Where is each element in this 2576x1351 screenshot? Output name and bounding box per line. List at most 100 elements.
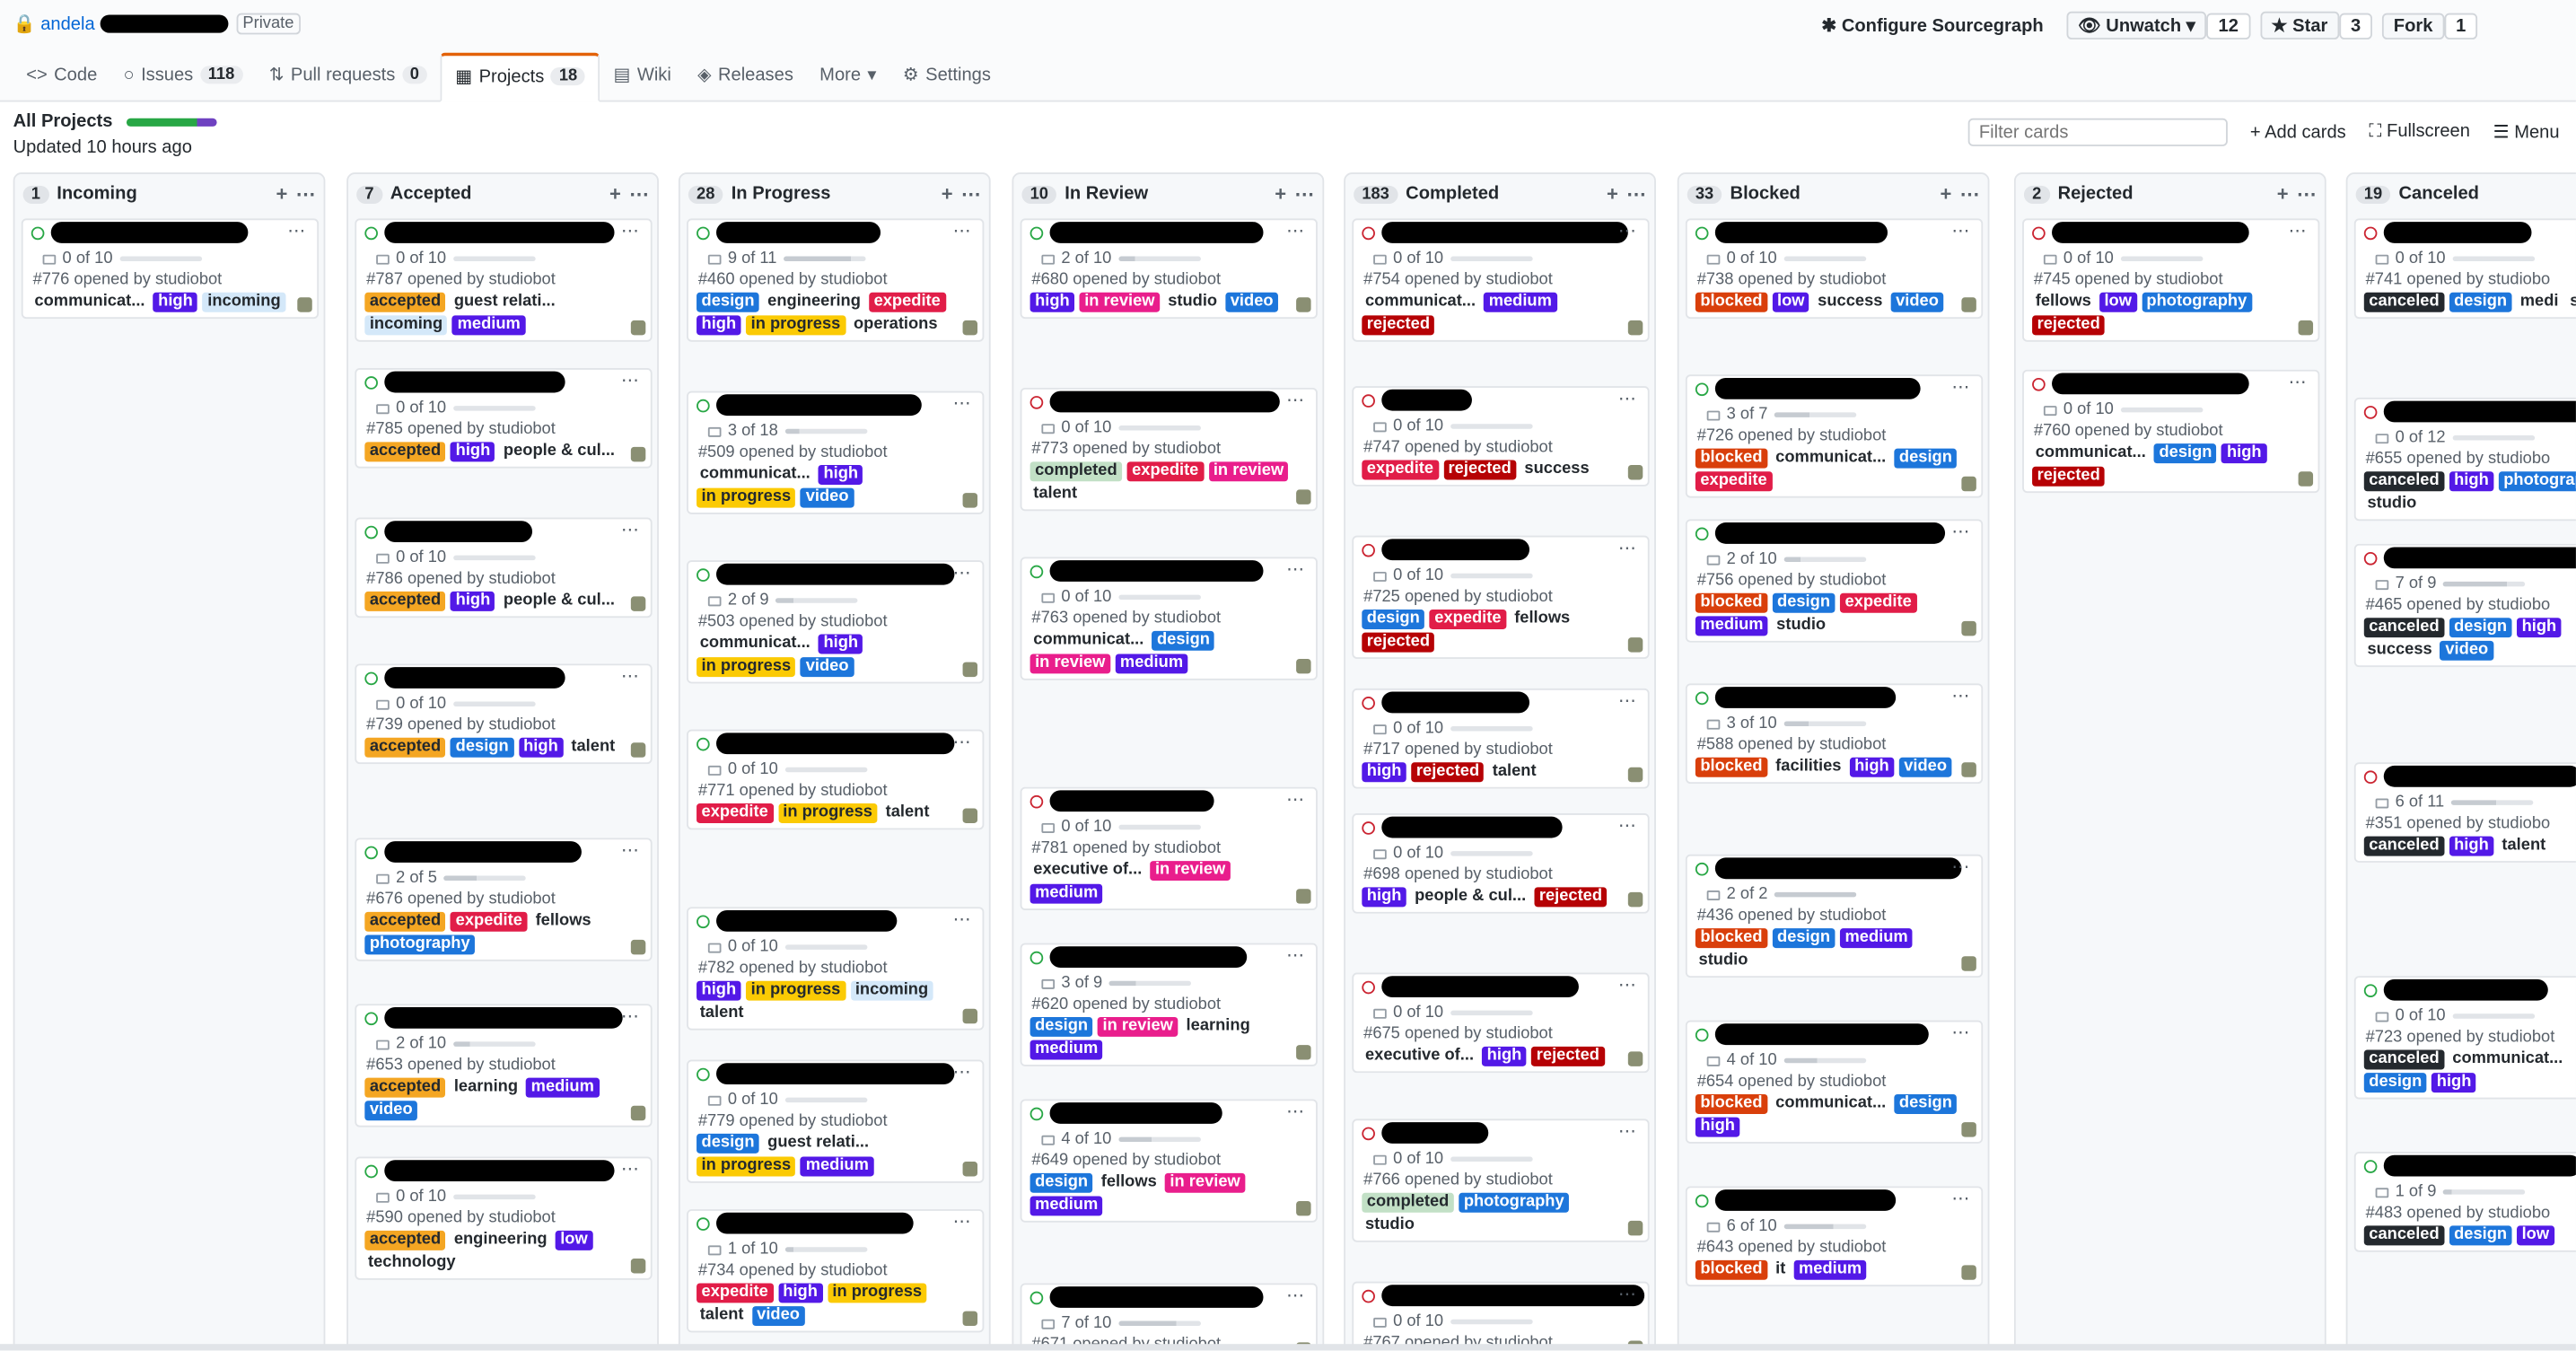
issue-card[interactable]: ⋯ 0 of 10 #738 opened by studiobot blocked l… bbox=[1685, 218, 1984, 320]
issue-card[interactable]: ⋯ 0 of 10 #590 opened by studiobot accepted… bbox=[355, 1156, 653, 1280]
issue-label[interactable]: success bbox=[1814, 292, 1887, 312]
issue-label[interactable]: design bbox=[1362, 610, 1425, 630]
issue-label[interactable]: medium bbox=[1793, 1259, 1867, 1280]
issue-card[interactable]: ⋯ 1 of 10 #734 opened by studiobot expedite… bbox=[687, 1209, 985, 1333]
issue-label[interactable]: studio bbox=[2363, 494, 2421, 514]
issue-card[interactable]: ⋯ 9 of 11 #460 opened by studiobot design en… bbox=[687, 218, 985, 342]
card-menu-icon[interactable]: ⋯ bbox=[953, 731, 971, 752]
issue-label[interactable]: expedite bbox=[1429, 610, 1507, 630]
issue-label[interactable]: high bbox=[451, 591, 495, 611]
issue-label[interactable]: canceled bbox=[2363, 292, 2445, 312]
card-menu-icon[interactable]: ⋯ bbox=[621, 370, 639, 391]
issue-label[interactable]: incoming bbox=[850, 980, 933, 1001]
issue-label[interactable]: communicat... bbox=[697, 634, 814, 654]
issue-label[interactable]: design bbox=[697, 1133, 760, 1154]
tab-more[interactable]: More ▾ bbox=[807, 53, 890, 101]
assignee-avatar[interactable] bbox=[1627, 464, 1643, 480]
assignee-avatar[interactable] bbox=[962, 493, 978, 508]
issue-card[interactable]: ⋯ 0 of 10 #698 opened by studiobot high peop… bbox=[1352, 812, 1650, 914]
assignee-avatar[interactable] bbox=[1627, 637, 1643, 653]
issue-label[interactable]: communicat... bbox=[2449, 1049, 2567, 1070]
issue-card[interactable]: ⋯ 2 of 9 #503 opened by studiobot communica… bbox=[687, 560, 985, 684]
issue-label[interactable]: expedite bbox=[1839, 592, 1917, 613]
issue-card[interactable]: ⋯ 0 of 10 #787 opened by studiobot accepted… bbox=[355, 218, 653, 342]
issue-label[interactable]: high bbox=[1362, 762, 1406, 783]
tab-releases[interactable]: ◈ Releases bbox=[684, 53, 806, 101]
issue-label[interactable]: in review bbox=[1208, 461, 1289, 482]
assignee-avatar[interactable] bbox=[630, 320, 646, 336]
issue-label[interactable]: accepted bbox=[364, 1230, 446, 1250]
issue-card[interactable]: ⋯ 0 of 10 #766 opened by studiobot complete… bbox=[1352, 1119, 1650, 1242]
issue-card[interactable]: ⋯ 6 of 10 #643 opened by studiobot blocked i… bbox=[1685, 1186, 1984, 1287]
issue-label[interactable]: blocked bbox=[1695, 757, 1768, 777]
issue-card[interactable]: ⋯0 of 10 #741 opened by studiobocanceledd… bbox=[2353, 218, 2576, 320]
issue-label[interactable]: learning bbox=[451, 1077, 521, 1098]
issue-label[interactable]: high bbox=[153, 292, 198, 312]
assignee-avatar[interactable] bbox=[1296, 1200, 1311, 1216]
filter-cards-input[interactable] bbox=[1967, 118, 2228, 146]
issue-label[interactable]: expedite bbox=[697, 803, 774, 823]
issue-label[interactable]: rejected bbox=[2032, 466, 2106, 487]
issue-label[interactable]: medium bbox=[452, 315, 526, 336]
issue-label[interactable]: low bbox=[2098, 292, 2137, 312]
assignee-avatar[interactable] bbox=[1627, 891, 1643, 908]
card-menu-icon[interactable]: ⋯ bbox=[1951, 521, 1969, 542]
issue-label[interactable]: expedite bbox=[1695, 471, 1773, 492]
tab-projects[interactable]: ▦ Projects 18 bbox=[440, 52, 600, 102]
issue-label[interactable]: in progress bbox=[697, 1156, 796, 1177]
issue-card[interactable]: ⋯ 0 of 10 #725 opened by studiobot design ex… bbox=[1352, 535, 1650, 659]
issue-label[interactable]: communicat... bbox=[1772, 448, 1889, 469]
add-card-icon[interactable]: + bbox=[1607, 182, 1618, 206]
issue-label[interactable]: learning bbox=[1182, 1016, 1254, 1037]
card-menu-icon[interactable]: ⋯ bbox=[2289, 220, 2307, 241]
card-menu-icon[interactable]: ⋯ bbox=[1286, 944, 1304, 966]
assignee-avatar[interactable] bbox=[1627, 320, 1643, 336]
issue-label[interactable]: design bbox=[2363, 1073, 2427, 1093]
issue-label[interactable]: guest relati... bbox=[764, 1133, 872, 1154]
issue-label[interactable]: video bbox=[1890, 292, 1944, 312]
issue-label[interactable]: high bbox=[2517, 618, 2562, 638]
issue-label[interactable]: design bbox=[1152, 630, 1215, 651]
issue-card[interactable]: ⋯ 0 of 10 #754 opened by studiobot communic… bbox=[1352, 218, 1650, 342]
assignee-avatar[interactable] bbox=[1961, 476, 1976, 492]
issue-card[interactable]: ⋯0 of 10 #723 opened by studiobot canceled… bbox=[2353, 976, 2576, 1100]
assignee-avatar[interactable] bbox=[1961, 297, 1976, 312]
issue-label[interactable]: high bbox=[1695, 1117, 1740, 1137]
card-menu-icon[interactable]: ⋯ bbox=[621, 665, 639, 687]
issue-label[interactable]: high bbox=[818, 464, 863, 485]
issue-label[interactable]: communicat... bbox=[1772, 1093, 1889, 1114]
issue-card[interactable]: ⋯ 0 of 10 #739 opened by studiobot accepted… bbox=[355, 663, 653, 765]
issue-card[interactable]: ⋯ 2 of 10 #756 opened by studiobot blocked d… bbox=[1685, 519, 1984, 643]
card-menu-icon[interactable]: ⋯ bbox=[953, 220, 971, 241]
issue-label[interactable]: communicat... bbox=[31, 292, 149, 312]
configure-sourcegraph-button[interactable]: ✱ Configure Sourcegraph bbox=[1821, 14, 2043, 36]
card-menu-icon[interactable]: ⋯ bbox=[621, 1005, 639, 1027]
column-menu-icon[interactable]: ⋯ bbox=[961, 182, 981, 206]
menu-button[interactable]: ☰ Menu bbox=[2493, 121, 2560, 143]
column-menu-icon[interactable]: ⋯ bbox=[2297, 182, 2317, 206]
issue-label[interactable]: incoming bbox=[364, 315, 448, 336]
card-menu-icon[interactable]: ⋯ bbox=[1951, 376, 1969, 398]
issue-card[interactable]: ⋯ 0 of 10 #760 opened by studiobot communic… bbox=[2022, 369, 2320, 494]
issue-card[interactable]: ⋯ 4 of 10 #649 opened by studiobot design fe… bbox=[1020, 1099, 1318, 1223]
issue-label[interactable]: blocked bbox=[1695, 928, 1768, 949]
assignee-avatar[interactable] bbox=[1627, 1051, 1643, 1066]
issue-label[interactable]: operations bbox=[850, 315, 942, 336]
assignee-avatar[interactable] bbox=[1296, 658, 1311, 674]
card-menu-icon[interactable]: ⋯ bbox=[953, 1211, 971, 1233]
issue-label[interactable]: communicat... bbox=[1362, 292, 1479, 312]
card-menu-icon[interactable]: ⋯ bbox=[953, 1061, 971, 1083]
issue-label[interactable]: blocked bbox=[1695, 448, 1768, 469]
tab-issues[interactable]: ○ Issues 118 bbox=[110, 53, 256, 101]
issue-label[interactable]: fellows bbox=[1511, 610, 1573, 630]
assignee-avatar[interactable] bbox=[630, 596, 646, 611]
issue-label[interactable]: talent bbox=[2498, 836, 2549, 856]
add-card-icon[interactable]: + bbox=[2277, 182, 2289, 206]
column-menu-icon[interactable]: ⋯ bbox=[1960, 182, 1980, 206]
card-menu-icon[interactable]: ⋯ bbox=[621, 839, 639, 861]
issue-label[interactable]: medi bbox=[2517, 292, 2563, 312]
assignee-avatar[interactable] bbox=[962, 808, 978, 823]
issue-label[interactable]: expedite bbox=[869, 292, 946, 312]
assignee-avatar[interactable] bbox=[1627, 1220, 1643, 1236]
issue-label[interactable]: completed bbox=[1362, 1192, 1454, 1213]
